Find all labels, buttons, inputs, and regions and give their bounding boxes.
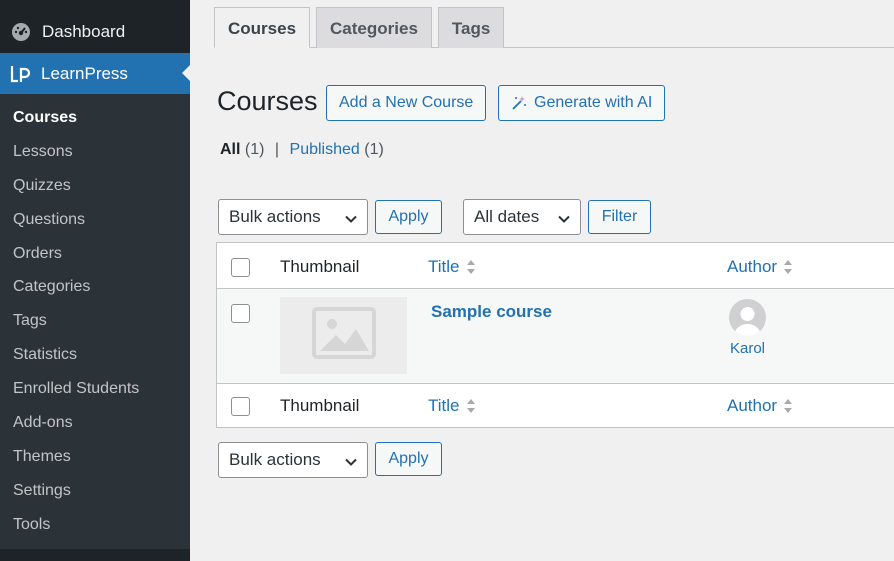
- sort-icon: [783, 258, 793, 276]
- page-title: Courses: [217, 86, 318, 116]
- tab-categories[interactable]: Categories: [316, 7, 432, 48]
- sidebar-item-statistics[interactable]: Statistics: [0, 338, 190, 372]
- view-separator: |: [274, 141, 280, 158]
- sidebar-item-label: Dashboard: [42, 22, 126, 41]
- tab-tags[interactable]: Tags: [437, 7, 505, 48]
- sidebar-item-questions[interactable]: Questions: [0, 203, 190, 237]
- nav-tabs: Courses Categories Tags: [214, 7, 510, 48]
- sort-icon: [466, 258, 476, 276]
- tab-courses[interactable]: Courses: [214, 7, 311, 48]
- bulk-actions-select-bottom[interactable]: Bulk actions: [218, 442, 368, 478]
- row-checkbox[interactable]: [231, 304, 250, 323]
- sidebar-item-lessons[interactable]: Lessons: [0, 135, 190, 169]
- courses-table: Thumbnail Title Author Sample course Kar…: [216, 242, 894, 428]
- sidebar-item-add-ons[interactable]: Add-ons: [0, 406, 190, 440]
- sort-icon: [783, 397, 793, 415]
- column-title-label: Title: [428, 396, 460, 415]
- dashboard-icon: [10, 21, 32, 43]
- apply-label: Apply: [388, 208, 429, 225]
- sidebar-item-enrolled-students[interactable]: Enrolled Students: [0, 372, 190, 406]
- apply-button-top[interactable]: Apply: [375, 200, 442, 234]
- view-all[interactable]: All: [220, 141, 240, 158]
- column-thumbnail: Thumbnail: [280, 257, 360, 276]
- column-author-sort[interactable]: Author: [727, 396, 793, 416]
- view-published[interactable]: Published: [290, 141, 360, 158]
- generate-with-ai-button[interactable]: Generate with AI: [498, 85, 666, 121]
- sidebar-item-learnpress[interactable]: LearnPress: [0, 53, 190, 94]
- select-all-checkbox-footer[interactable]: [231, 397, 250, 416]
- sidebar-item-quizzes[interactable]: Quizzes: [0, 169, 190, 203]
- sidebar-item-tools[interactable]: Tools: [0, 508, 190, 542]
- sidebar-item-settings[interactable]: Settings: [0, 474, 190, 508]
- filter-label: Filter: [601, 208, 638, 225]
- admin-sidebar: Dashboard LearnPress Courses Lessons Qui…: [0, 0, 190, 561]
- filter-button[interactable]: Filter: [588, 200, 651, 234]
- chevron-down-icon: [344, 454, 358, 474]
- sidebar-item-orders[interactable]: Orders: [0, 237, 190, 271]
- add-new-course-label: Add a New Course: [339, 94, 474, 111]
- dates-value: All dates: [474, 207, 540, 226]
- chevron-down-icon: [557, 211, 571, 231]
- apply-button-bottom[interactable]: Apply: [375, 442, 442, 476]
- column-author-sort[interactable]: Author: [727, 257, 793, 277]
- sidebar-submenu: Courses Lessons Quizzes Questions Orders…: [0, 94, 190, 549]
- bulk-actions-value: Bulk actions: [229, 450, 321, 469]
- column-thumbnail: Thumbnail: [280, 396, 360, 415]
- view-all-count: (1): [244, 141, 265, 158]
- bulk-actions-select-top[interactable]: Bulk actions: [218, 199, 368, 235]
- generate-with-ai-label: Generate with AI: [534, 94, 653, 111]
- image-placeholder-icon: [311, 307, 376, 364]
- sort-icon: [466, 397, 476, 415]
- dates-select[interactable]: All dates: [463, 199, 581, 235]
- magic-wand-icon: [511, 95, 527, 111]
- sidebar-item-dashboard[interactable]: Dashboard: [0, 12, 190, 52]
- sidebar-item-categories[interactable]: Categories: [0, 270, 190, 304]
- column-title-sort[interactable]: Title: [428, 257, 476, 277]
- status-views: All (1) | Published (1): [220, 141, 384, 159]
- view-published-count: (1): [364, 141, 384, 158]
- avatar: [729, 299, 766, 336]
- select-all-checkbox[interactable]: [231, 258, 250, 277]
- table-footer-row: Thumbnail Title Author: [217, 384, 894, 427]
- course-title-link[interactable]: Sample course: [431, 302, 552, 322]
- sidebar-item-tags[interactable]: Tags: [0, 304, 190, 338]
- column-title-label: Title: [428, 257, 460, 276]
- author-link[interactable]: Karol: [730, 340, 765, 357]
- column-author-label: Author: [727, 396, 778, 415]
- learnpress-icon: [8, 62, 32, 86]
- sidebar-item-label: LearnPress: [41, 63, 128, 83]
- apply-label: Apply: [388, 450, 429, 467]
- sidebar-item-themes[interactable]: Themes: [0, 440, 190, 474]
- table-row: Sample course Karol: [217, 289, 894, 384]
- table-header-row: Thumbnail Title Author: [217, 243, 894, 289]
- sidebar-item-courses[interactable]: Courses: [0, 101, 190, 135]
- column-title-sort[interactable]: Title: [428, 396, 476, 416]
- column-author-label: Author: [727, 257, 778, 276]
- bulk-actions-value: Bulk actions: [229, 207, 321, 226]
- add-new-course-button[interactable]: Add a New Course: [326, 85, 487, 121]
- chevron-down-icon: [344, 211, 358, 231]
- course-thumbnail[interactable]: [280, 297, 407, 374]
